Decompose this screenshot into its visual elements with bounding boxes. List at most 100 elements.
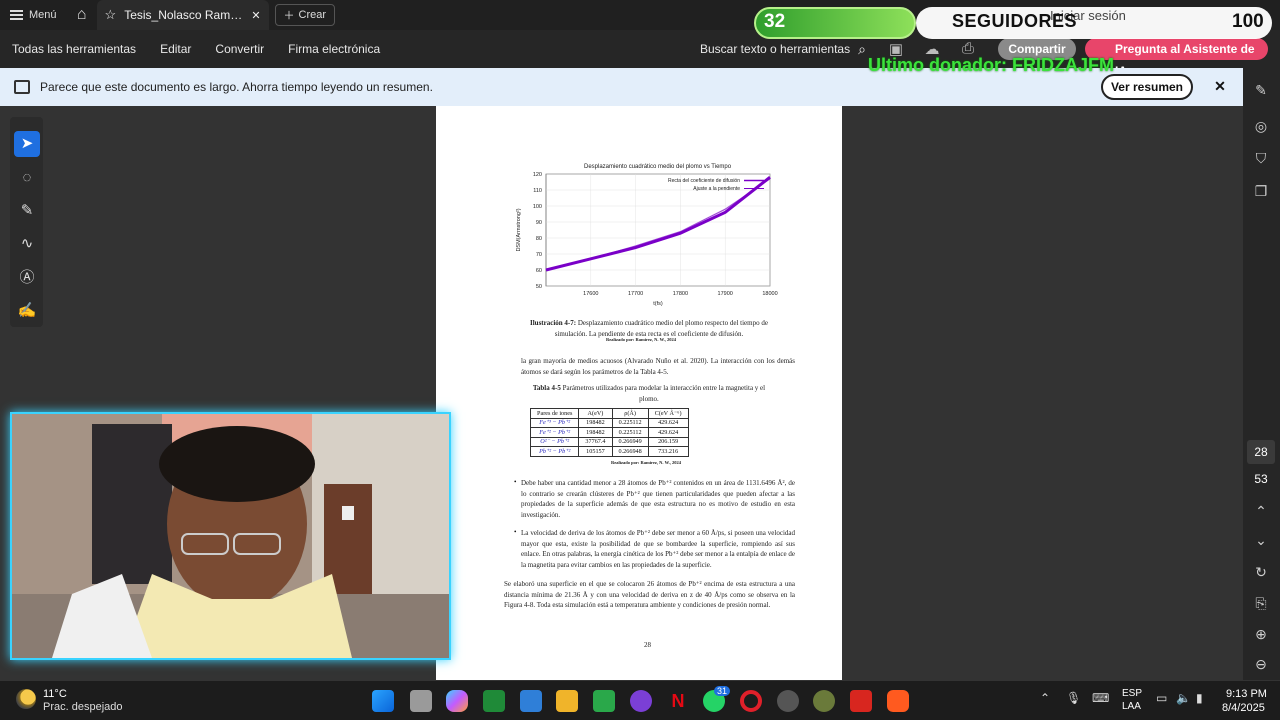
create-label: Crear: [298, 9, 327, 21]
summary-icon: [14, 80, 30, 94]
legend-label: Ajuste a la pendiente: [693, 186, 740, 192]
rotate-icon[interactable]: ↻: [1252, 564, 1270, 582]
close-tab-icon[interactable]: ✕: [251, 9, 260, 22]
windows-start-icon[interactable]: [372, 690, 394, 712]
weather-text[interactable]: Prac. despejado: [43, 701, 123, 713]
task-view-icon[interactable]: [410, 690, 432, 712]
acrobat-icon[interactable]: [850, 690, 872, 712]
keyboard-icon[interactable]: ⌨: [1092, 691, 1109, 705]
table-header: A(eV): [578, 408, 613, 419]
table-cell: 0.266948: [611, 446, 649, 457]
app-icon[interactable]: [777, 690, 799, 712]
file-explorer-icon[interactable]: [556, 690, 578, 712]
x-axis-label: t(fs): [653, 301, 663, 307]
y-tick-label: 120: [533, 172, 542, 178]
menu-button[interactable]: Menú: [0, 0, 67, 30]
table-row: Fe⁺² − Pb⁺² 198482 0.225112 429.624: [529, 427, 689, 438]
y-tick-label: 100: [533, 204, 542, 210]
y-axis-label: DSM(Armstrong²): [516, 208, 522, 251]
table-cell: 105157: [578, 446, 613, 457]
table-row: Fe⁺³ − Pb⁺² 198482 0.225112 429.624: [529, 417, 689, 428]
netflix-icon[interactable]: N: [667, 690, 689, 712]
spreadsheet-icon[interactable]: [593, 690, 615, 712]
menu-convert[interactable]: Convertir: [203, 42, 276, 56]
bookmark-icon[interactable]: ⛉: [1252, 150, 1270, 168]
network-icon[interactable]: ▭: [1156, 691, 1167, 705]
y-tick-label: 110: [533, 188, 542, 194]
plus-icon: ＋: [283, 10, 295, 22]
table-cell: 429.624: [647, 417, 689, 428]
goal-current: 32: [764, 11, 786, 32]
zoom-in-icon[interactable]: ⊕: [1252, 626, 1270, 644]
highlight-tool-icon[interactable]: ✎: [14, 198, 40, 224]
extract-icon[interactable]: ⎘: [1252, 595, 1270, 613]
table-cell: 37767.4: [578, 436, 613, 447]
clock-time[interactable]: 9:13 PM: [1226, 688, 1267, 700]
parameters-table: Pares de iones A(eV) ρ(Å) C(eV Å⁻⁶) Fe⁺³…: [529, 408, 689, 457]
create-button[interactable]: ＋ Crear: [274, 4, 336, 26]
paragraph-2: Se elaboró una superficie en el que se c…: [504, 580, 795, 609]
language-primary[interactable]: ESP: [1122, 688, 1142, 699]
star-icon[interactable]: ☆: [105, 7, 117, 23]
y-tick-label: 80: [536, 236, 542, 242]
volume-icon[interactable]: 🔈: [1176, 691, 1191, 705]
microphone-icon[interactable]: 🎙: [1066, 691, 1081, 705]
menu-e-sign[interactable]: Firma electrónica: [276, 42, 392, 56]
x-tick-label: 17600: [583, 291, 598, 297]
y-tick-label: 60: [536, 268, 542, 274]
tab-title: Tesis_Nolasco Ramire...: [124, 8, 244, 22]
battery-icon[interactable]: ▮: [1196, 691, 1203, 705]
goal-label: SEGUIDORES: [952, 11, 1078, 31]
search-icon: ⌕: [858, 40, 866, 57]
page-up-icon[interactable]: ⌃: [1252, 503, 1270, 521]
menu-label: Menú: [29, 9, 57, 21]
hamburger-icon: [10, 10, 23, 20]
webcam-image: [12, 414, 449, 658]
document-tab[interactable]: ☆ Tesis_Nolasco Ramire... ✕: [96, 0, 269, 30]
zoom-out-icon[interactable]: ⊖: [1252, 656, 1270, 674]
page-total: 53: [1254, 472, 1268, 486]
text-box-tool-icon[interactable]: Ⓐ: [14, 265, 40, 291]
table-cell: 198482: [578, 417, 613, 428]
table-cell: Fe⁺³ − Pb⁺²: [529, 417, 580, 428]
donor-overlay-text: Ultimo donador: FRIDZAJFM: [868, 55, 1114, 75]
webcam-overlay: [10, 412, 451, 660]
language-secondary[interactable]: LAA: [1122, 701, 1141, 712]
xbox-icon[interactable]: [483, 690, 505, 712]
x-tick-label: 17900: [718, 291, 733, 297]
bullet-2: La velocidad de deriva de los átomos de …: [521, 529, 795, 569]
bullet-icon: •: [514, 528, 517, 536]
weather-icon[interactable]: [16, 689, 36, 709]
y-tick-label: 90: [536, 220, 542, 226]
draw-tool-icon[interactable]: ∿: [14, 231, 40, 257]
page-down-icon[interactable]: ⌄: [1252, 532, 1270, 550]
pages-icon[interactable]: ❐: [1252, 183, 1270, 201]
store-icon[interactable]: [520, 690, 542, 712]
home-icon[interactable]: ⌂: [67, 0, 97, 30]
sign-tool-icon[interactable]: ✍: [14, 298, 40, 324]
menu-all-tools[interactable]: Todas las herramientas: [0, 42, 148, 56]
weather-temp[interactable]: 11°C: [43, 688, 67, 700]
opera-icon[interactable]: [740, 690, 762, 712]
bullet-1: Debe haber una cantidad menor a 28 átomo…: [521, 479, 795, 519]
table-cell: Fe⁺² − Pb⁺²: [529, 427, 580, 438]
page-current[interactable]: 28: [1247, 440, 1275, 464]
ai-panel-icon[interactable]: ✎: [1252, 82, 1270, 100]
search-label: Buscar texto o herramientas: [700, 42, 851, 56]
table-cell: O²⁻ − Pb⁺²: [529, 436, 580, 447]
comment-tool-icon[interactable]: ◌: [14, 165, 40, 191]
table-cell: 198482: [578, 427, 613, 438]
figure-caption-label: Ilustración 4-7:: [530, 319, 577, 327]
select-tool-icon[interactable]: ➤: [14, 131, 40, 157]
banner-close-icon[interactable]: ✕: [1212, 78, 1228, 94]
comment-icon[interactable]: ◎: [1252, 118, 1270, 136]
chevron-up-icon[interactable]: ⌃: [1040, 691, 1050, 705]
clock-date[interactable]: 8/4/2025: [1222, 702, 1265, 714]
view-summary-button[interactable]: Ver resumen: [1101, 74, 1193, 100]
brave-icon[interactable]: [887, 690, 909, 712]
menu-edit[interactable]: Editar: [148, 42, 203, 56]
camera-app-icon[interactable]: [813, 690, 835, 712]
copilot-icon[interactable]: [446, 690, 468, 712]
table-title-text: Parámetros utilizados para modelar la in…: [562, 384, 766, 403]
instagram-icon[interactable]: [630, 690, 652, 712]
